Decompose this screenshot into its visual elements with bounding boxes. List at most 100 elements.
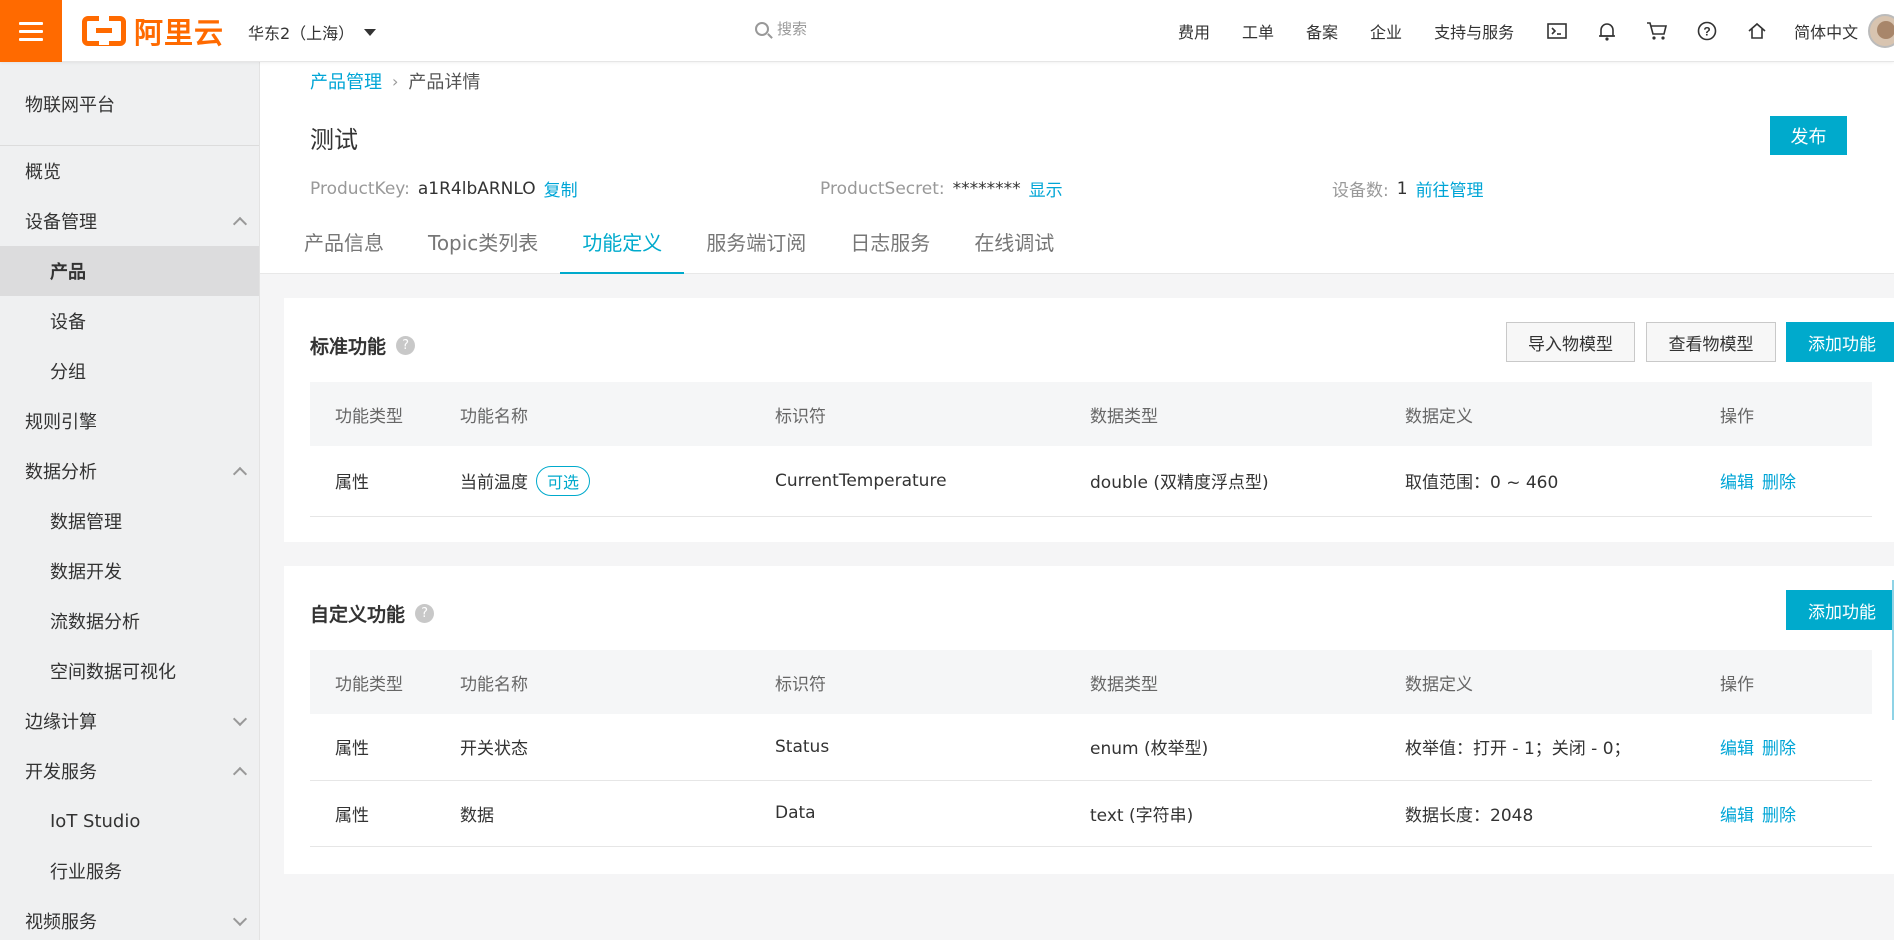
import-model-button[interactable]: 导入物模型 xyxy=(1506,322,1635,362)
aliyun-logo[interactable]: 阿里云 xyxy=(82,14,224,50)
copy-link[interactable]: 复制 xyxy=(544,176,578,201)
sidebar-item-label: 视频服务 xyxy=(25,912,97,933)
tab-product-info[interactable]: 产品信息 xyxy=(282,212,406,274)
sidebar-item[interactable]: 概览 xyxy=(0,146,259,196)
sidebar-item-label: 数据管理 xyxy=(50,512,122,533)
cell-identifier: CurrentTemperature xyxy=(775,470,947,491)
delete-link[interactable]: 删除 xyxy=(1762,806,1796,826)
col-actions: 操作 xyxy=(1720,674,1754,695)
chevron-up-icon xyxy=(232,766,248,781)
sidebar-item[interactable]: 数据开发 xyxy=(0,546,259,596)
sidebar-item-label: 数据开发 xyxy=(50,562,122,583)
cell-data-definition: 取值范围：0 ~ 460 xyxy=(1405,473,1559,494)
search-input[interactable]: 搜索 xyxy=(755,18,807,39)
product-tabs: 产品信息 Topic类列表 功能定义 服务端订阅 日志服务 在线调试 xyxy=(282,212,1076,274)
col-function-name: 功能名称 xyxy=(460,406,528,427)
cart-icon[interactable] xyxy=(1632,0,1682,62)
product-secret-value: ******** xyxy=(952,178,1021,199)
add-standard-function-button[interactable]: 添加功能 xyxy=(1786,322,1894,362)
sidebar-item[interactable]: 流数据分析 xyxy=(0,596,259,646)
publish-button[interactable]: 发布 xyxy=(1770,116,1847,155)
sidebar-item[interactable]: 行业服务 xyxy=(0,846,259,896)
cell-data-definition: 数据长度：2048 xyxy=(1405,805,1534,826)
view-model-button[interactable]: 查看物模型 xyxy=(1646,322,1776,362)
search-icon xyxy=(755,21,769,36)
cell-type: 属性 xyxy=(335,805,369,826)
col-function-type: 功能类型 xyxy=(335,674,403,695)
device-count-value: 1 xyxy=(1396,178,1408,199)
custom-functions-table: 功能类型 功能名称 标识符 数据类型 数据定义 操作 属性 开关状态 Statu… xyxy=(310,650,1872,847)
manage-devices-link[interactable]: 前往管理 xyxy=(1416,176,1484,201)
sidebar-item[interactable]: 空间数据可视化 xyxy=(0,646,259,696)
optional-tag: 可选 xyxy=(536,465,591,496)
sidebar-item[interactable]: 设备 xyxy=(0,296,259,346)
sidebar-item[interactable]: 产品 xyxy=(0,246,259,296)
sidebar-item-label: IoT Studio xyxy=(50,810,141,832)
sidebar-item-label: 空间数据可视化 xyxy=(50,662,176,683)
sidebar-item-label: 分组 xyxy=(50,362,86,383)
nav-enterprise[interactable]: 企业 xyxy=(1370,19,1402,43)
aliyun-logo-icon xyxy=(82,15,126,46)
language-switch[interactable]: 简体中文 xyxy=(1794,19,1858,43)
product-key-value: a1R4lbARNLO xyxy=(417,178,536,199)
tab-online-debug[interactable]: 在线调试 xyxy=(952,212,1076,274)
edit-link[interactable]: 编辑 xyxy=(1720,739,1754,759)
cell-actions: 编辑 删除 xyxy=(1695,446,1872,516)
user-avatar[interactable] xyxy=(1868,14,1894,48)
svg-text:?: ? xyxy=(1703,25,1710,39)
cell-actions: 编辑 删除 xyxy=(1695,714,1872,780)
custom-title-text: 自定义功能 xyxy=(310,604,406,626)
nav-fees[interactable]: 费用 xyxy=(1178,19,1210,43)
col-function-name: 功能名称 xyxy=(460,674,528,695)
sidebar-item-label: 设备 xyxy=(50,312,86,333)
product-key-label: ProductKey: xyxy=(310,178,410,199)
tab-server-subscription[interactable]: 服务端订阅 xyxy=(684,212,828,274)
hamburger-menu-button[interactable] xyxy=(0,0,62,62)
top-nav: 费用 工单 备案 企业 支持与服务 ? 简体中文 xyxy=(1178,0,1858,62)
sidebar-item[interactable]: 规则引擎 xyxy=(0,396,259,446)
breadcrumb-product-management[interactable]: 产品管理 xyxy=(310,68,382,94)
show-secret-link[interactable]: 显示 xyxy=(1029,176,1063,201)
delete-link[interactable]: 删除 xyxy=(1762,739,1796,759)
top-bar: 阿里云 华东2（上海） 搜索 费用 工单 备案 企业 支持与服务 ? 简体中文 xyxy=(0,0,1894,62)
standard-functions-card: 标准功能 ? 导入物模型 查看物模型 添加功能 功能类型 功能名称 标识符 数据… xyxy=(284,298,1894,542)
function-name: 当前温度 xyxy=(460,472,528,493)
breadcrumb-separator: › xyxy=(392,71,399,91)
main-content: 产品管理 › 产品详情 测试 发布 ProductKey: a1R4lbARNL… xyxy=(260,62,1894,940)
sidebar-item[interactable]: 视频服务 xyxy=(0,896,259,940)
sidebar-item[interactable]: 设备管理 xyxy=(0,196,259,246)
home-icon[interactable] xyxy=(1732,0,1782,62)
edit-link[interactable]: 编辑 xyxy=(1720,806,1754,826)
tab-topic-list[interactable]: Topic类列表 xyxy=(406,212,560,274)
help-icon[interactable]: ? xyxy=(396,336,416,355)
sidebar-item[interactable]: 边缘计算 xyxy=(0,696,259,746)
page-title: 测试 xyxy=(310,126,358,154)
table-row: 属性 当前温度 可选 CurrentTemperature double (双精度… xyxy=(310,446,1872,516)
sidebar-item[interactable]: 数据管理 xyxy=(0,496,259,546)
terminal-icon[interactable] xyxy=(1532,0,1582,62)
add-custom-function-button[interactable]: 添加功能 xyxy=(1786,590,1894,630)
region-label: 华东2（上海） xyxy=(248,24,355,43)
table-row: 属性 数据 Data text (字符串) 数据长度：2048 编辑 删除 xyxy=(310,780,1872,846)
help-icon[interactable]: ? xyxy=(415,604,435,623)
table-header-row: 功能类型 功能名称 标识符 数据类型 数据定义 操作 xyxy=(310,650,1872,714)
device-count-label: 设备数: xyxy=(1332,181,1389,201)
sidebar-item[interactable]: 数据分析 xyxy=(0,446,259,496)
nav-ticket[interactable]: 工单 xyxy=(1242,19,1274,43)
breadcrumb-current: 产品详情 xyxy=(408,72,481,93)
tab-function-definition[interactable]: 功能定义 xyxy=(560,212,685,274)
tab-log-service[interactable]: 日志服务 xyxy=(828,212,952,274)
bell-icon[interactable] xyxy=(1582,0,1632,62)
sidebar-item[interactable]: 开发服务 xyxy=(0,746,259,796)
edit-link[interactable]: 编辑 xyxy=(1720,473,1754,493)
delete-link[interactable]: 删除 xyxy=(1762,473,1796,493)
sidebar-item[interactable]: IoT Studio xyxy=(0,796,259,846)
sidebar-item[interactable]: 分组 xyxy=(0,346,259,396)
nav-icp[interactable]: 备案 xyxy=(1306,19,1338,43)
product-secret-field: ProductSecret: ******** 显示 xyxy=(820,176,1063,202)
sidebar-item-label: 产品 xyxy=(50,262,86,283)
help-icon[interactable]: ? xyxy=(1682,0,1732,62)
region-selector[interactable]: 华东2（上海） xyxy=(248,20,377,44)
device-count-field: 设备数: 1 前往管理 xyxy=(1332,176,1484,202)
nav-support[interactable]: 支持与服务 xyxy=(1434,19,1514,43)
